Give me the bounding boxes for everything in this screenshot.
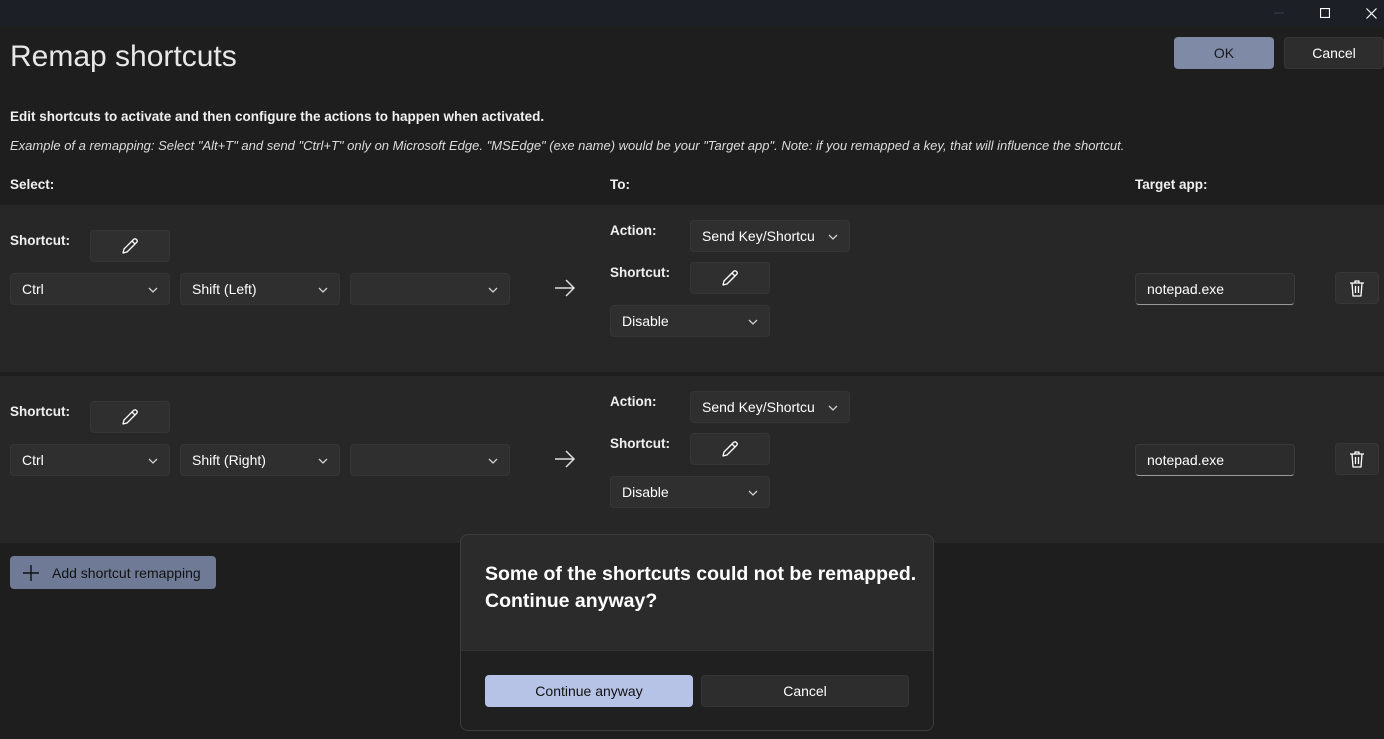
edit-shortcut-button[interactable]: [90, 230, 170, 262]
action-select-value: Send Key/Shortcu: [702, 228, 815, 244]
key-select-1[interactable]: Ctrl: [10, 444, 170, 476]
key-select-1[interactable]: Ctrl: [10, 273, 170, 305]
to-key-value: Disable: [622, 484, 669, 500]
key-select-2[interactable]: Shift (Left): [180, 273, 340, 305]
action-select[interactable]: Send Key/Shortcu: [690, 391, 850, 423]
edit-to-shortcut-button[interactable]: [690, 262, 770, 294]
chevron-down-icon: [828, 234, 838, 240]
close-icon: [1365, 7, 1377, 19]
chevron-down-icon: [148, 287, 158, 293]
example-text: Example of a remapping: Select "Alt+T" a…: [10, 138, 1125, 153]
to-key-value: Disable: [622, 313, 669, 329]
key-select-value: Shift (Left): [192, 281, 257, 297]
chevron-down-icon: [488, 287, 498, 293]
continue-anyway-button[interactable]: Continue anyway: [485, 675, 693, 707]
close-button[interactable]: [1348, 0, 1384, 26]
chevron-down-icon: [748, 319, 758, 325]
cancel-button[interactable]: Cancel: [1284, 37, 1384, 69]
chevron-down-icon: [148, 458, 158, 464]
action-select-value: Send Key/Shortcu: [702, 399, 815, 415]
pencil-icon: [122, 409, 138, 425]
arrow-right-icon: [555, 450, 576, 468]
minimize-button[interactable]: [1256, 0, 1302, 26]
key-select-value: Shift (Right): [192, 452, 266, 468]
column-header-to: To:: [610, 177, 630, 192]
edit-shortcut-button[interactable]: [90, 401, 170, 433]
page-title: Remap shortcuts: [10, 40, 237, 73]
shortcut-label: Shortcut:: [10, 404, 70, 419]
add-button-label: Add shortcut remapping: [52, 564, 201, 581]
action-label: Action:: [610, 394, 657, 409]
maximize-icon: [1320, 8, 1330, 18]
to-key-select[interactable]: Disable: [610, 305, 770, 337]
pencil-icon: [722, 270, 738, 286]
column-header-select: Select:: [10, 177, 55, 192]
target-app-input[interactable]: notepad.exe: [1135, 444, 1295, 476]
chevron-down-icon: [318, 287, 328, 293]
action-label: Action:: [610, 223, 657, 238]
pencil-icon: [122, 238, 138, 254]
key-select-3[interactable]: [350, 444, 510, 476]
confirm-dialog: Some of the shortcuts could not be remap…: [460, 534, 934, 731]
pencil-icon: [722, 441, 738, 457]
dialog-message: Some of the shortcuts could not be remap…: [485, 563, 917, 612]
delete-row-button[interactable]: [1335, 443, 1379, 475]
key-select-value: Ctrl: [22, 452, 44, 468]
shortcut-label: Shortcut:: [10, 233, 70, 248]
action-select[interactable]: Send Key/Shortcu: [690, 220, 850, 252]
key-select-2[interactable]: Shift (Right): [180, 444, 340, 476]
target-app-input[interactable]: notepad.exe: [1135, 273, 1295, 305]
chevron-down-icon: [318, 458, 328, 464]
trash-icon: [1350, 280, 1364, 297]
chevron-down-icon: [828, 405, 838, 411]
arrow-right-icon: [555, 279, 576, 297]
description-text: Edit shortcuts to activate and then conf…: [10, 109, 545, 124]
trash-icon: [1350, 451, 1364, 468]
chevron-down-icon: [488, 458, 498, 464]
chevron-down-icon: [748, 490, 758, 496]
title-bar: [0, 0, 1384, 26]
minimize-icon: [1274, 12, 1284, 14]
key-select-3[interactable]: [350, 273, 510, 305]
add-shortcut-remapping-button[interactable]: Add shortcut remapping: [10, 556, 216, 589]
to-shortcut-label: Shortcut:: [610, 265, 670, 280]
plus-icon: [23, 564, 39, 581]
maximize-button[interactable]: [1302, 0, 1348, 26]
column-header-target-app: Target app:: [1135, 177, 1208, 192]
key-select-value: Ctrl: [22, 281, 44, 297]
edit-to-shortcut-button[interactable]: [690, 433, 770, 465]
delete-row-button[interactable]: [1335, 272, 1379, 304]
to-shortcut-label: Shortcut:: [610, 436, 670, 451]
dialog-cancel-button[interactable]: Cancel: [701, 675, 909, 707]
ok-button[interactable]: OK: [1174, 37, 1274, 69]
to-key-select[interactable]: Disable: [610, 476, 770, 508]
dialog-footer: Continue anyway Cancel: [461, 650, 933, 730]
